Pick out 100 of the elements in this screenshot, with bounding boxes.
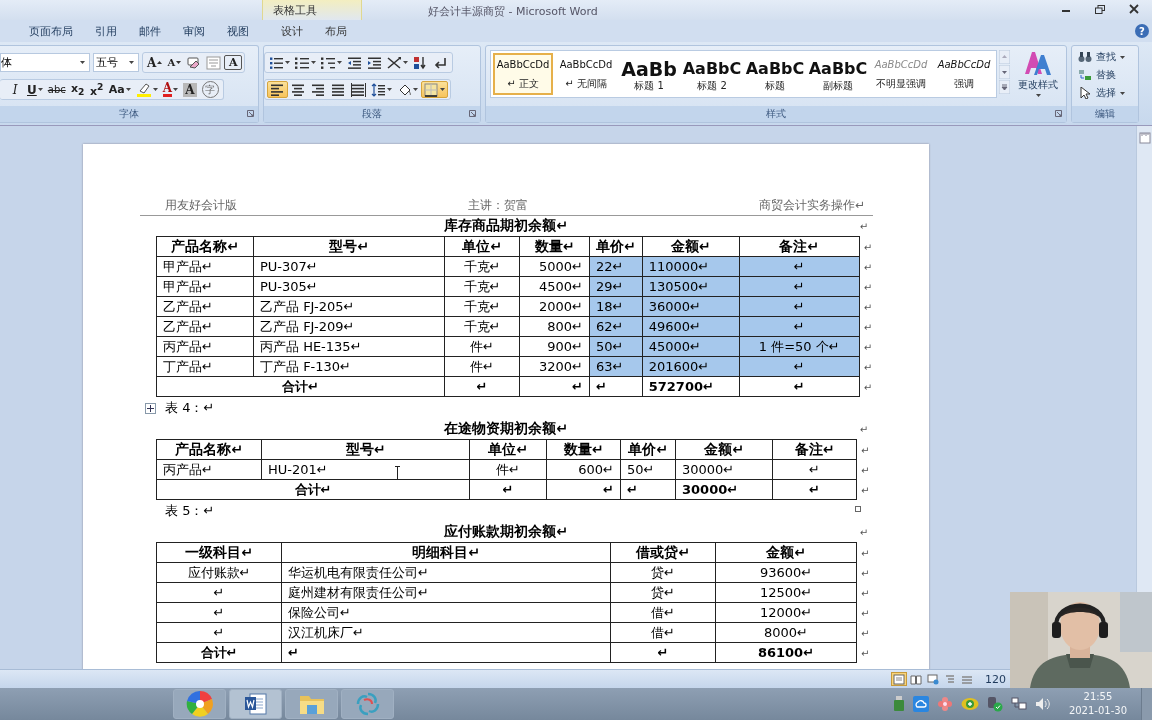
dialog-launcher-icon[interactable] xyxy=(469,110,476,117)
table-cell: 乙产品 FJ-205↵ xyxy=(253,296,445,317)
vertical-scrollbar[interactable] xyxy=(1136,126,1152,592)
grow-font-button[interactable]: A xyxy=(145,54,165,71)
zoom-level[interactable]: 120 xyxy=(985,672,1006,686)
table-title: 库存商品期初余额↵ xyxy=(443,217,569,235)
help-button[interactable]: ? xyxy=(1135,24,1149,38)
caret-icon xyxy=(37,88,43,91)
ribbon-tab[interactable]: 邮件 xyxy=(128,20,172,42)
more-styles-icon[interactable] xyxy=(999,80,1010,94)
total-cell: 合计↵ xyxy=(156,376,445,397)
underline-button[interactable]: U xyxy=(25,81,45,98)
view-icon xyxy=(961,673,973,685)
table-cell: 甲产品↵ xyxy=(156,256,254,277)
change-styles-button[interactable]: 更改样式 xyxy=(1012,50,1064,97)
cross-arrows-button[interactable] xyxy=(385,54,410,71)
shrink-font-button[interactable]: A xyxy=(165,54,184,71)
table-cell: HU-201↵ xyxy=(261,459,470,480)
sort-icon xyxy=(413,55,428,70)
font-color-button[interactable]: A xyxy=(160,81,180,98)
table-cell: 千克↵ xyxy=(444,256,520,277)
row-end-mark: ↵ xyxy=(861,627,870,639)
table-cell: 保险公司↵ xyxy=(281,602,611,623)
caret-icon xyxy=(173,88,178,91)
find-button[interactable]: 查找 xyxy=(1078,49,1138,65)
italic-button[interactable]: I xyxy=(6,81,24,98)
eraser-icon xyxy=(186,55,202,70)
table-cell: 华运机电有限责任公司↵ xyxy=(281,562,611,583)
group-label: 字体 xyxy=(119,107,139,121)
font-size-field[interactable]: 五号 xyxy=(93,53,139,72)
row-end-mark: ↵ xyxy=(863,241,873,253)
select-button[interactable]: 选择 xyxy=(1078,85,1138,101)
line-spacing-button[interactable] xyxy=(369,81,394,98)
total-cell: ↵ xyxy=(610,642,716,663)
caret-icon xyxy=(129,61,134,64)
table-cell: 900↵ xyxy=(519,336,590,357)
style-item[interactable]: AaBbCcDd 强调 xyxy=(934,53,994,95)
total-cell: ↵ xyxy=(620,479,676,500)
usb-drive-icon[interactable] xyxy=(892,696,905,712)
taskbar-app-button[interactable] xyxy=(173,689,226,719)
total-cell: ↵ xyxy=(772,479,857,500)
table-cell: ↵ xyxy=(772,459,857,480)
table-cell: ↵ xyxy=(156,582,282,603)
plus-badge-icon[interactable] xyxy=(960,697,979,711)
restore-icon[interactable] xyxy=(1095,4,1105,14)
style-item[interactable]: AaBbC 标题 2 xyxy=(682,53,742,95)
style-item[interactable]: AaBbC 标题 xyxy=(745,53,805,95)
border-grid-button[interactable] xyxy=(421,81,448,98)
replace-button[interactable]: 替换 xyxy=(1078,67,1138,83)
row-end-mark: ↵ xyxy=(861,587,870,599)
align-left-button[interactable] xyxy=(267,81,288,98)
reading-view-button[interactable] xyxy=(908,672,924,686)
ribbon-tab[interactable]: 布局 xyxy=(314,20,358,42)
style-item[interactable]: AaBb 标题 1 xyxy=(619,53,679,95)
ribbon-tab[interactable]: 页面布局 xyxy=(18,20,84,42)
close-icon[interactable] xyxy=(1129,4,1139,14)
style-item[interactable]: AaBbCcDd ↵ 正文 xyxy=(493,53,553,95)
network-icon[interactable] xyxy=(1010,697,1027,711)
subscript-button[interactable]: x$_{2}$ xyxy=(68,81,87,98)
web-layout-button[interactable] xyxy=(925,672,941,686)
table-cell: 千克↵ xyxy=(444,276,520,297)
ribbon-tab[interactable]: 审阅 xyxy=(172,20,216,42)
table-cell: 件↵ xyxy=(469,459,547,480)
total-cell: ↵ xyxy=(739,376,860,397)
taskbar-app-button[interactable] xyxy=(229,689,282,719)
table-move-handle-icon[interactable] xyxy=(145,402,156,414)
column-header: 型号↵ xyxy=(261,439,470,460)
dialog-launcher-icon[interactable] xyxy=(247,110,254,117)
ribbon-tab[interactable]: 视图 xyxy=(216,20,260,42)
character-shading-button[interactable]: A xyxy=(181,81,199,98)
row-end-mark: ↵ xyxy=(861,464,870,476)
return-arrow-icon xyxy=(433,55,448,70)
bullet-list-icon xyxy=(269,55,284,70)
table-title: 应付账款期初余额↵ xyxy=(443,523,569,541)
ribbon-tab[interactable]: 设计 xyxy=(270,20,314,42)
paint-bucket-icon xyxy=(397,82,412,97)
table-resize-handle-icon[interactable] xyxy=(855,506,861,512)
column-header: 单价↵ xyxy=(620,439,676,460)
dialog-launcher-icon[interactable] xyxy=(1055,110,1062,117)
table-cell: 丙产品↵ xyxy=(156,336,254,357)
distribute-button[interactable] xyxy=(349,81,368,98)
table-cell: 丁产品↵ xyxy=(156,356,254,377)
speaker-icon[interactable] xyxy=(1034,697,1051,711)
change-case-button[interactable]: Aa xyxy=(106,81,133,98)
strikethrough-button[interactable]: abc xyxy=(45,81,68,98)
style-item[interactable]: AaBbCcDd ↵ 无间隔 xyxy=(556,53,616,95)
justify-icon xyxy=(331,82,346,97)
scroll-down-icon[interactable] xyxy=(999,65,1010,79)
style-item[interactable]: AaBbCcDd 不明显强调 xyxy=(871,53,931,95)
shield-check-icon[interactable] xyxy=(986,696,1003,712)
column-header: 备注↵ xyxy=(739,236,860,257)
superscript-button[interactable]: x$^{2}$ xyxy=(87,81,106,98)
character-border-button[interactable]: A xyxy=(224,55,243,70)
font-name-field[interactable]: 体 xyxy=(0,53,90,72)
caret-icon xyxy=(403,61,408,64)
ribbon-tab[interactable]: 引用 xyxy=(84,20,128,42)
print-layout-button[interactable] xyxy=(891,672,907,686)
document-icon xyxy=(242,691,269,717)
cloud-icon[interactable] xyxy=(912,696,929,712)
style-item[interactable]: AaBbC 副标题 xyxy=(808,53,868,95)
